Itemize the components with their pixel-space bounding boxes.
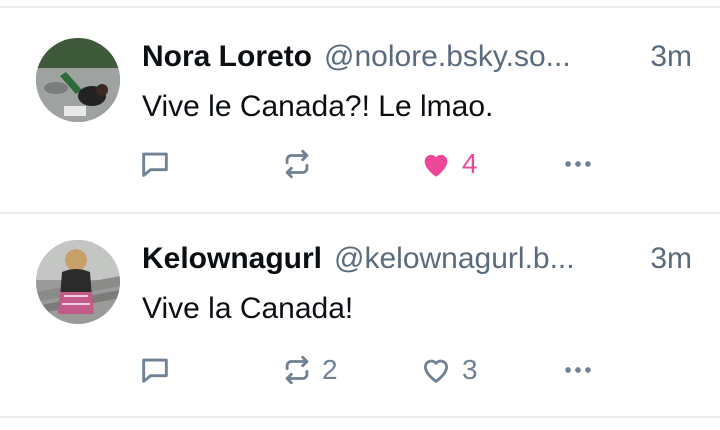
more-button[interactable] — [560, 144, 596, 184]
more-button[interactable] — [560, 350, 596, 390]
like-button[interactable]: 3 — [418, 350, 478, 390]
reply-button[interactable] — [138, 350, 180, 390]
post-header: Nora Loreto @nolore.bsky.so... 3m — [142, 40, 692, 80]
author-name[interactable]: Nora Loreto — [142, 40, 312, 74]
post-text: Vive le Canada?! Le lmao. — [142, 90, 494, 123]
more-icon — [565, 367, 591, 373]
feed: Nora Loreto @nolore.bsky.so... 3m Vive l… — [0, 0, 720, 430]
divider — [0, 416, 720, 418]
author-name[interactable]: Kelownagurl — [142, 242, 322, 276]
post-text: Vive la Canada! — [142, 292, 354, 325]
post-1[interactable]: Nora Loreto @nolore.bsky.so... 3m Vive l… — [0, 26, 720, 214]
like-button[interactable]: 4 — [418, 144, 478, 184]
avatar-photo — [36, 240, 120, 324]
reply-icon — [142, 152, 168, 177]
avatar-photo — [36, 38, 120, 122]
like-count: 4 — [462, 148, 478, 179]
reply-icon — [142, 358, 168, 383]
repost-count: 2 — [322, 354, 338, 385]
author-handle[interactable]: @nolore.bsky.so... — [324, 40, 640, 74]
post-actions: 2 3 — [138, 350, 698, 390]
repost-icon — [285, 355, 309, 385]
post-actions: 4 — [138, 144, 698, 184]
repost-icon — [285, 149, 309, 179]
avatar[interactable] — [36, 38, 120, 122]
heart-icon — [423, 359, 449, 383]
post-2[interactable]: Kelownagurl @kelownagurl.b... 3m Vive la… — [0, 214, 720, 416]
repost-button[interactable]: 2 — [280, 350, 338, 390]
post-time[interactable]: 3m — [650, 242, 692, 276]
post-time[interactable]: 3m — [650, 40, 692, 74]
like-count: 3 — [462, 354, 478, 385]
post-header: Kelownagurl @kelownagurl.b... 3m — [142, 242, 692, 282]
heart-icon — [424, 154, 448, 177]
repost-button[interactable] — [280, 144, 322, 184]
divider — [0, 6, 720, 8]
author-handle[interactable]: @kelownagurl.b... — [334, 242, 640, 276]
reply-button[interactable] — [138, 144, 180, 184]
more-icon — [565, 161, 591, 167]
avatar[interactable] — [36, 240, 120, 324]
